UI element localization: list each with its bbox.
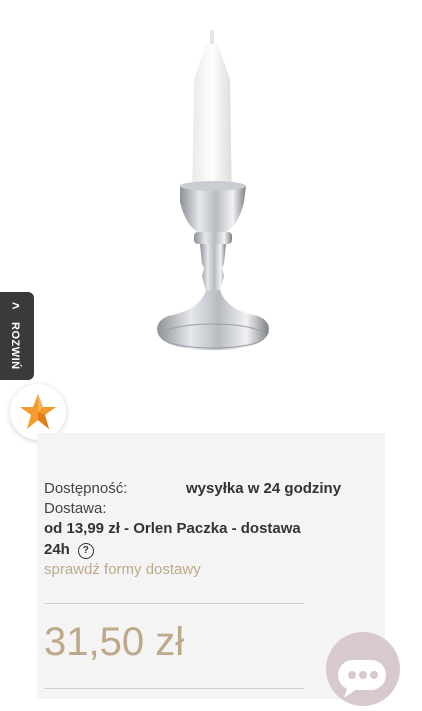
divider [44,688,304,689]
chat-button[interactable] [326,632,400,706]
product-image [157,30,269,350]
availability-label: Dostępność: [44,480,128,497]
divider [44,603,304,604]
question-icon[interactable]: ? [77,543,94,559]
delivery-value-line1: od 13,99 zł - Orlen Paczka - dostawa [44,520,301,537]
chat-bubble-icon [338,660,386,698]
delivery-value-line2: 24h [44,541,70,558]
chevron-right-icon: > [12,298,20,313]
delivery-label: Dostawa: [44,500,107,517]
delivery-value-line2-row: 24h? [44,541,94,559]
expand-label: ROZWIŃ [9,322,21,370]
rating-badge[interactable] [10,384,66,440]
availability-row: Dostępność: [44,480,127,497]
star-logo-icon [20,394,56,429]
delivery-options-link[interactable]: sprawdź formy dostawy [44,561,201,578]
expand-side-tab[interactable]: > ROZWIŃ [0,292,34,380]
availability-value: wysyłka w 24 godziny [186,480,342,497]
product-price: 31,50 zł [44,620,185,664]
